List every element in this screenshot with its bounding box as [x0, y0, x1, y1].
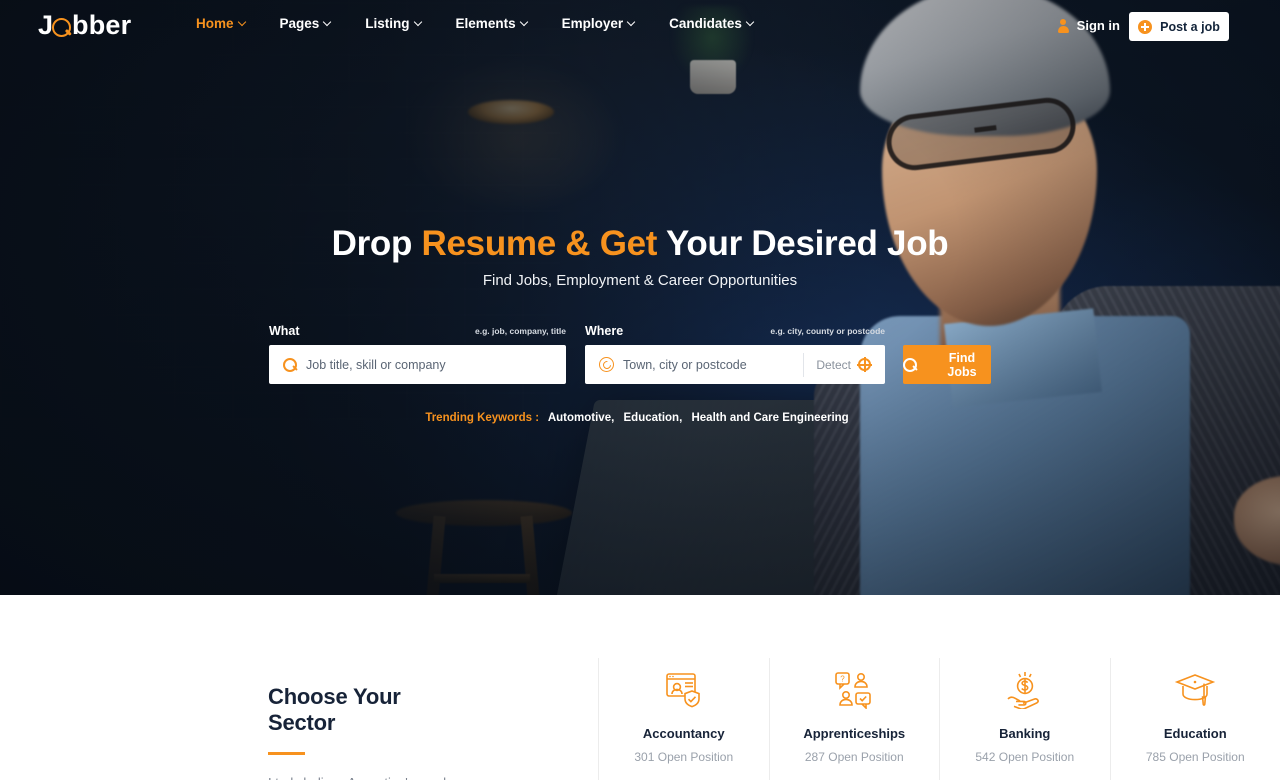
find-jobs-label: Find Jobs [947, 350, 977, 379]
what-input-box[interactable] [269, 345, 566, 384]
crosshair-icon [857, 357, 872, 372]
nav-item-elements[interactable]: Elements [456, 16, 528, 31]
trending-keyword-health-and-care-engineering[interactable]: Health and Care Engineering [691, 412, 848, 424]
what-search-input[interactable] [306, 357, 552, 372]
chevron-down-icon [415, 19, 422, 26]
nav-label-listing: Listing [365, 16, 410, 31]
sector-count-accountancy: 301 Open Position [634, 750, 734, 764]
site-logo[interactable]: J bber [38, 12, 131, 39]
hero-title-part1: Drop [331, 224, 422, 263]
hero-subtitle: Find Jobs, Employment & Career Opportuni… [482, 272, 798, 289]
trending-keyword-automotive[interactable]: Automotive, [548, 412, 614, 424]
nav-label-candidates: Candidates [669, 16, 742, 31]
where-label: Where [585, 324, 624, 338]
sector-card-education[interactable]: Education 785 Open Position [1109, 658, 1280, 780]
sector-description: I truly believe Augustine's words are [268, 773, 538, 780]
what-field-group: What e.g. job, company, title [269, 324, 566, 384]
nav-item-home[interactable]: Home [196, 16, 246, 31]
nav-item-pages[interactable]: Pages [280, 16, 332, 31]
what-label: What [269, 324, 300, 338]
nav-label-pages: Pages [279, 16, 320, 31]
nav-label-home: Home [196, 16, 234, 31]
location-icon [599, 357, 614, 372]
sector-card-list: Accountancy 301 Open Position ? Apprenti… [598, 658, 1280, 780]
apprenticeships-icon: ? [770, 668, 940, 712]
sector-title-education: Education [1163, 726, 1227, 741]
sector-count-apprenticeships: 287 Open Position [804, 750, 904, 764]
education-icon [1111, 668, 1280, 712]
sector-title-accountancy: Accountancy [642, 726, 725, 741]
sign-in-label: Sign in [1076, 18, 1120, 33]
nav-label-elements: Elements [455, 16, 516, 31]
sector-count-banking: 542 Open Position [975, 750, 1075, 764]
trending-keywords: Trending Keywords : Automotive, Educatio… [0, 412, 1280, 424]
chevron-down-icon [521, 19, 528, 26]
choose-your-sector-section: Choose Your Sector I truly believe Augus… [0, 595, 1280, 780]
chevron-down-icon [747, 19, 754, 26]
trending-keyword-education[interactable]: Education, [624, 412, 683, 424]
chevron-down-icon [239, 19, 246, 26]
chevron-down-icon [324, 19, 331, 26]
hero-title-part2: Your Desired Job [657, 224, 949, 263]
what-label-row: What e.g. job, company, title [269, 324, 566, 342]
sector-title-underline [268, 751, 305, 755]
where-input-box[interactable]: Detect [585, 345, 885, 384]
hero-vignette [0, 0, 1280, 595]
sector-title: Choose Your Sector [268, 684, 401, 735]
job-search-form: What e.g. job, company, title Where e.g.… [269, 324, 1011, 388]
search-icon [903, 357, 917, 372]
sector-count-education: 785 Open Position [1145, 750, 1245, 764]
what-hint: e.g. job, company, title [475, 326, 566, 336]
where-hint: e.g. city, county or postcode [770, 326, 885, 336]
sector-card-accountancy[interactable]: Accountancy 301 Open Position [598, 658, 769, 780]
banking-icon [940, 668, 1110, 712]
site-header: J bber Home Pages Listing Elements Emplo… [0, 0, 1280, 52]
detect-label: Detect [816, 357, 851, 372]
hero-title: Drop Resume & Get Your Desired Job [0, 224, 1280, 264]
nav-item-listing[interactable]: Listing [365, 16, 421, 31]
where-field-group: Where e.g. city, county or postcode Dete… [585, 324, 885, 384]
hero-title-highlight: Resume & Get [421, 224, 658, 263]
accountancy-icon [599, 668, 769, 712]
nav-item-employer[interactable]: Employer [562, 16, 636, 31]
main-navigation: Home Pages Listing Elements Employer Can… [196, 16, 754, 31]
detect-location-button[interactable]: Detect [803, 352, 872, 377]
nav-item-candidates[interactable]: Candidates [669, 16, 754, 31]
post-a-job-label: Post a job [1160, 19, 1220, 34]
hero-background-photo [0, 0, 1280, 595]
search-icon [283, 357, 297, 372]
hero-section [0, 0, 1280, 595]
plus-circle-icon [1138, 19, 1153, 34]
sign-in-link[interactable]: Sign in [1057, 18, 1120, 33]
find-jobs-button[interactable]: Find Jobs [903, 345, 991, 384]
sector-title-banking: Banking [999, 726, 1051, 741]
svg-text:?: ? [841, 675, 846, 684]
post-a-job-button[interactable]: Post a job [1129, 12, 1229, 41]
where-location-input[interactable] [623, 357, 804, 372]
sector-heading-block: Choose Your Sector I truly believe Augus… [268, 684, 538, 780]
sector-title-apprenticeships: Apprenticeships [803, 726, 906, 741]
page-root: J bber Home Pages Listing Elements Emplo… [0, 0, 1280, 780]
sector-card-banking[interactable]: Banking 542 Open Position [939, 658, 1110, 780]
logo-text-first: J [38, 10, 53, 40]
trending-keywords-label: Trending Keywords : [425, 412, 540, 424]
logo-o-magnifier-icon [52, 18, 72, 37]
logo-text-last: bber [72, 10, 132, 40]
user-icon [1057, 18, 1070, 33]
where-label-row: Where e.g. city, county or postcode [585, 324, 885, 342]
nav-label-employer: Employer [561, 16, 624, 31]
sector-card-apprenticeships[interactable]: ? Apprenticeships 287 Open Position [768, 658, 940, 780]
chevron-down-icon [628, 19, 635, 26]
